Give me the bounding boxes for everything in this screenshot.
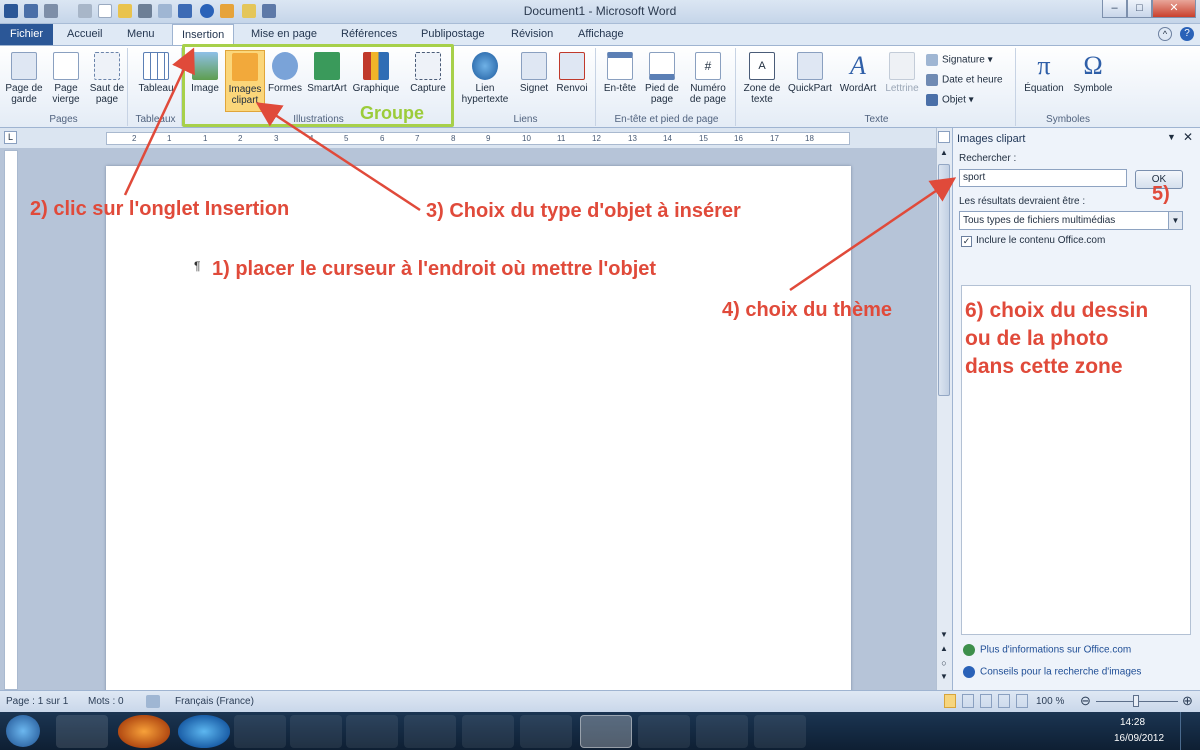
annotation-1: 1) placer le curseur à l'endroit où mett… <box>212 258 657 280</box>
annotation-3: 3) Choix du type d'objet à insérer <box>426 200 741 222</box>
annotation-2: 2) clic sur l'onglet Insertion <box>30 198 290 220</box>
annotation-6-line2: ou de la photo <box>965 327 1109 350</box>
arrow-clipart <box>255 102 421 212</box>
annotation-6-line3: dans cette zone <box>965 355 1123 378</box>
arrow-insertion <box>123 47 195 196</box>
annotation-4: 4) choix du thème <box>722 299 893 321</box>
annotation-5: 5) <box>1152 183 1170 205</box>
annotation-6-line1: 6) choix du dessin <box>965 299 1149 322</box>
arrow-search <box>789 177 957 292</box>
